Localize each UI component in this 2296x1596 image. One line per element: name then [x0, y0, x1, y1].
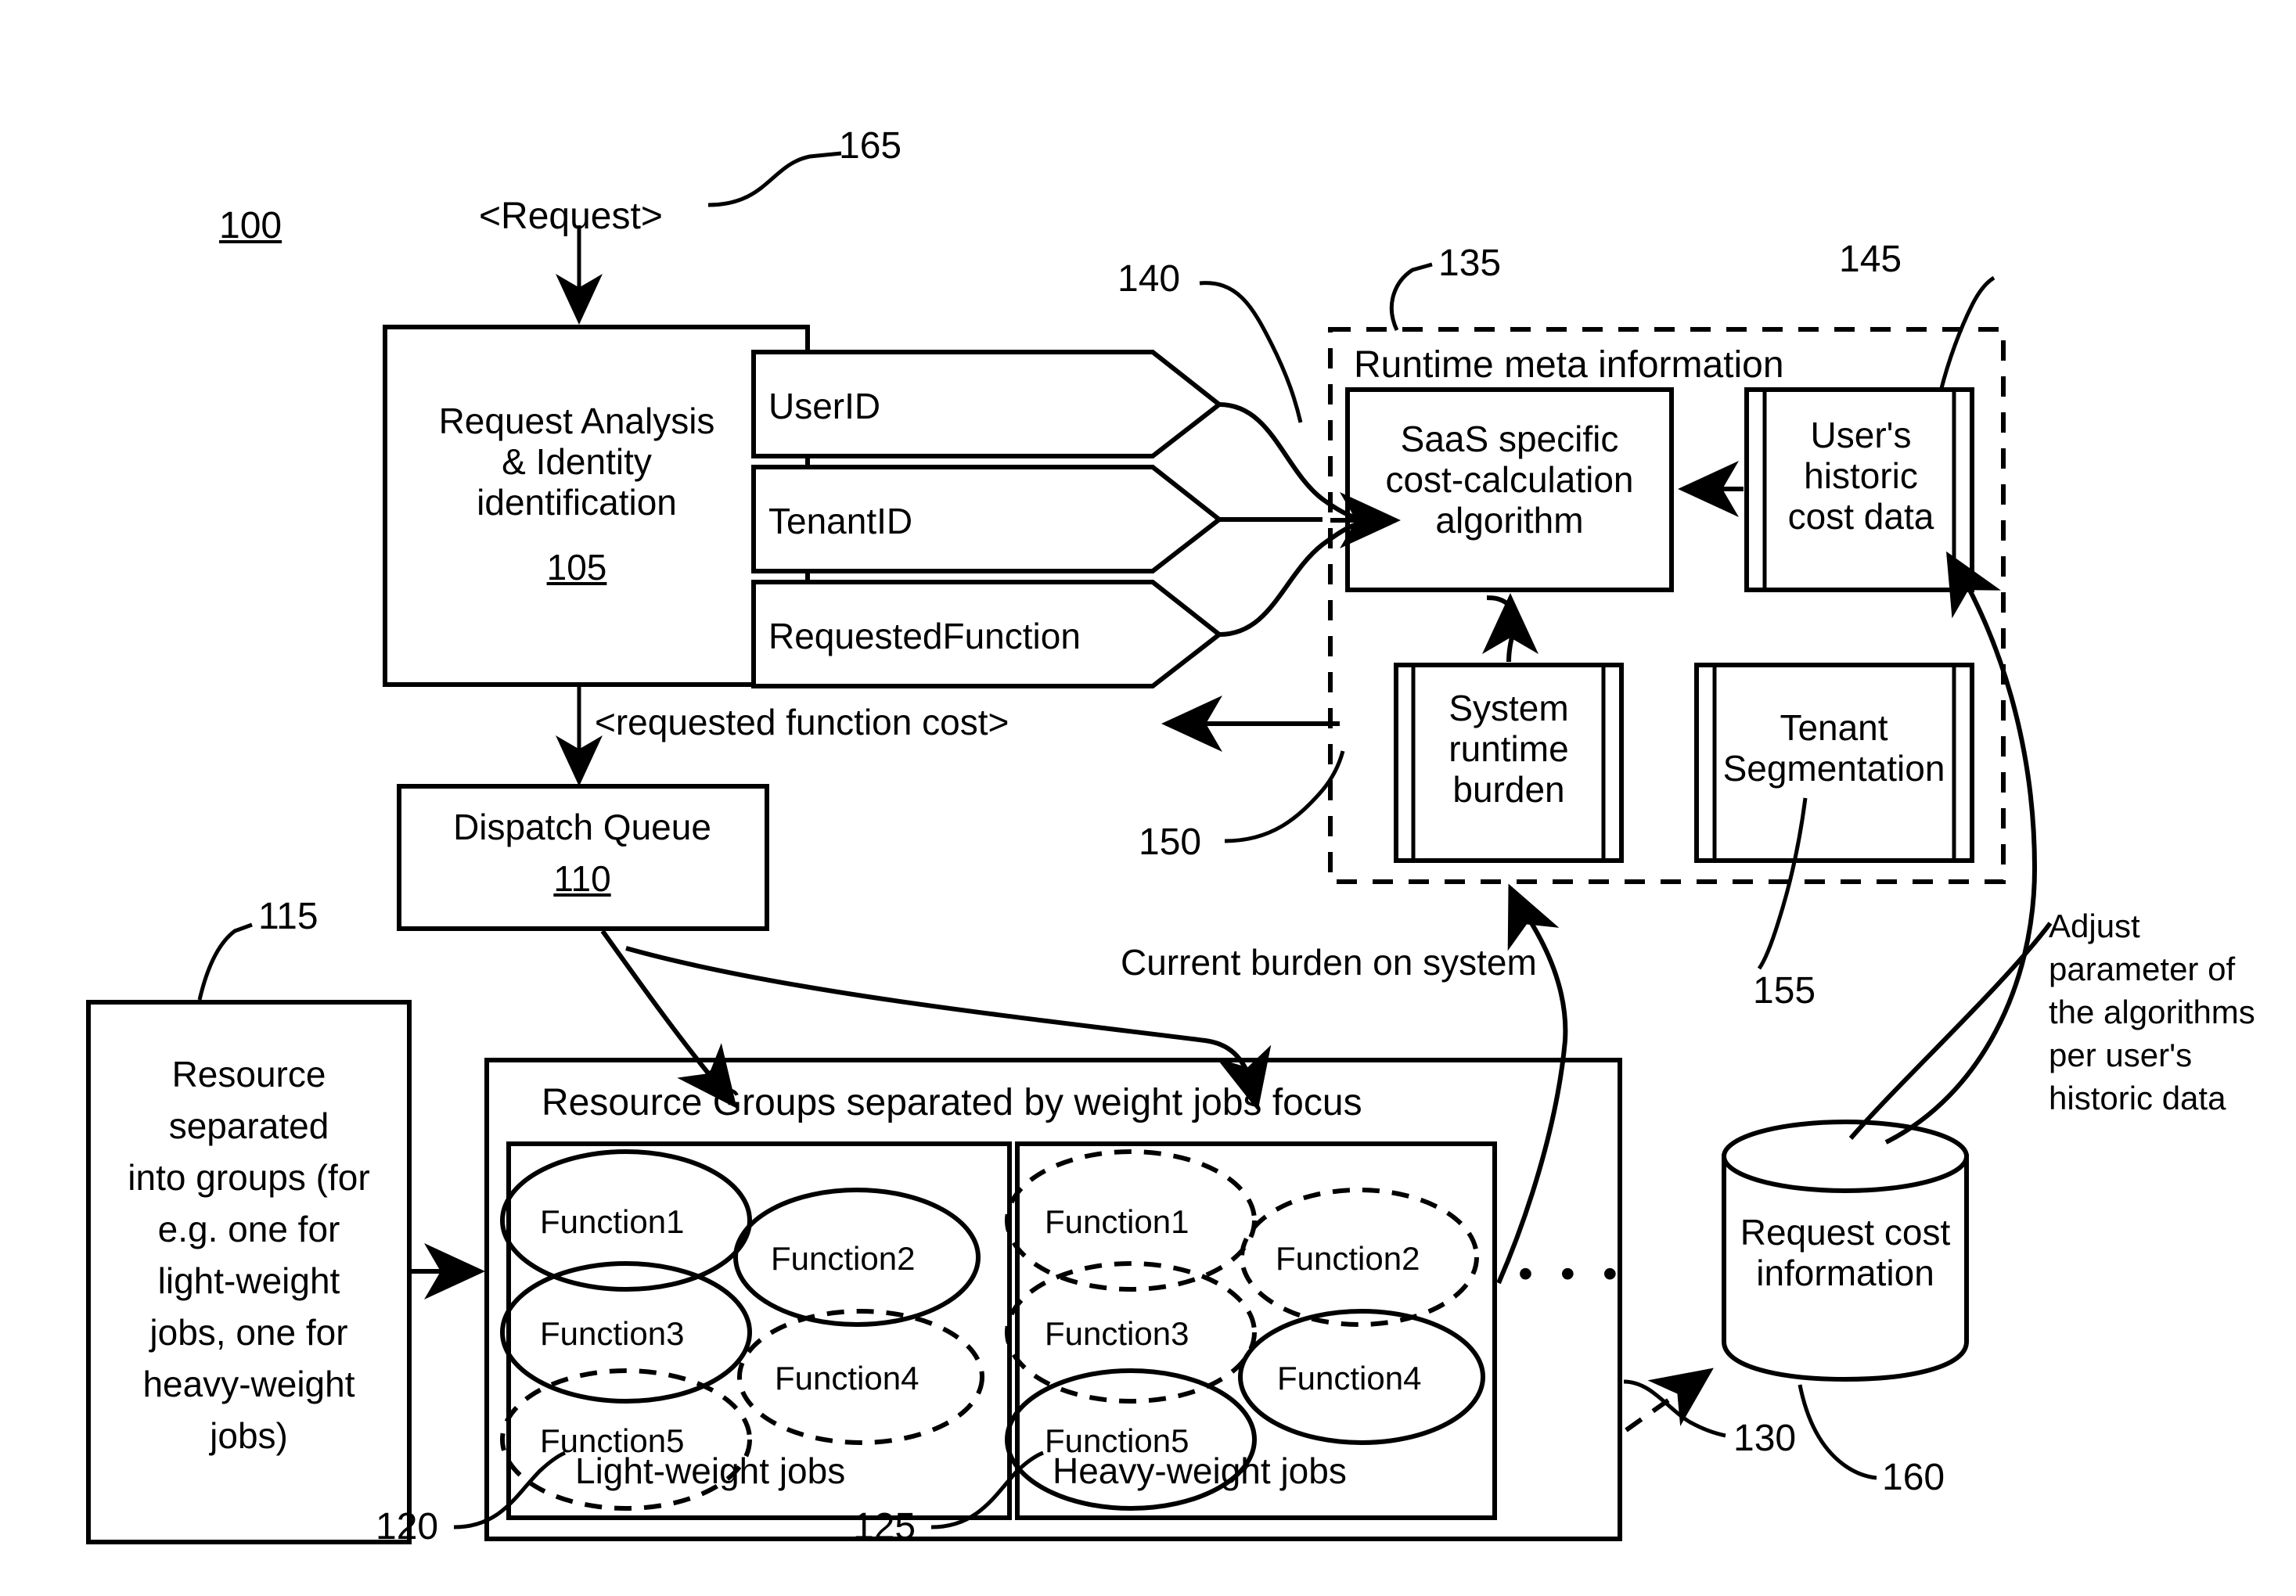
flow-queue-to-light-group — [600, 929, 722, 1089]
leader-adjust-text — [1848, 922, 2053, 1140]
leader-130 — [1623, 1379, 1726, 1438]
adjust-param-line-4: per user's — [2049, 1037, 2193, 1073]
function-label-light-2: Function2 — [771, 1240, 916, 1277]
groups-ellipsis: • • • — [1518, 1250, 1625, 1297]
flag-label-tenantid: TenantID — [768, 501, 913, 541]
runtime-meta-title: Runtime meta information — [1354, 344, 1784, 386]
request-analysis-line2: & Identity — [502, 441, 652, 482]
saas-line1: SaaS specific — [1400, 419, 1619, 459]
heavy-weight-jobs-caption: Heavy-weight jobs — [1053, 1450, 1347, 1491]
ref-130: 130 — [1733, 1418, 1797, 1459]
ref-160: 160 — [1882, 1457, 1945, 1498]
ref-155: 155 — [1753, 970, 1816, 1012]
leader-155 — [1757, 797, 1808, 970]
flag-label-userid: UserID — [768, 386, 881, 426]
ref-105: 105 — [546, 547, 607, 588]
resource-note-line-2: separated — [168, 1105, 329, 1146]
tenant-line1: Tenant — [1780, 707, 1888, 748]
leader-145 — [1938, 275, 1996, 392]
function-label-heavy-4: Function4 — [1277, 1360, 1422, 1396]
ref-120: 120 — [376, 1506, 439, 1547]
function-label-heavy-3: Function3 — [1045, 1315, 1189, 1352]
ref-115: 115 — [258, 896, 318, 937]
function-label-light-1: Function1 — [540, 1203, 685, 1240]
flow-userid-to-saas — [1218, 402, 1359, 520]
ref-110: 110 — [553, 858, 611, 899]
ref-145: 145 — [1839, 239, 1902, 280]
adjust-param-line-1: Adjust — [2049, 908, 2140, 944]
dispatch-queue-title: Dispatch Queue — [453, 807, 711, 847]
resource-note-line-3: into groups (for — [128, 1157, 370, 1198]
leader-115 — [197, 922, 253, 1001]
function-label-light-4: Function4 — [775, 1360, 919, 1396]
ref-135: 135 — [1438, 243, 1502, 284]
leader-125 — [930, 1450, 1044, 1530]
requested-function-cost-label: <requested function cost> — [595, 702, 1009, 742]
request-cost-line2: information — [1756, 1253, 1934, 1293]
patent-figure-canvas: 100 <Request> 165 Request Analysis & Ide… — [0, 0, 2296, 1596]
request-analysis-line3: identification — [477, 482, 677, 523]
flag-label-requestedfunction: RequestedFunction — [768, 616, 1081, 656]
historic-line3: cost data — [1787, 496, 1934, 537]
request-cost-cylinder-top — [1722, 1120, 1969, 1193]
flow-requestedfunction-to-saas — [1218, 522, 1359, 637]
diagram-vector-layer — [86, 151, 2053, 1544]
burden-line1: System — [1448, 688, 1569, 728]
resource-note-line-6: jobs, one for — [149, 1312, 348, 1353]
flow-burden-to-saas — [1486, 595, 1518, 663]
adjust-param-line-2: parameter of — [2049, 951, 2236, 987]
arrow-current-burden-to-meta — [1507, 883, 1560, 951]
historic-line2: historic — [1804, 455, 1918, 496]
flow-adjust-parameter — [1884, 557, 2038, 1145]
request-cost-line1: Request cost — [1740, 1212, 1951, 1253]
current-burden-annotation: Current burden on system — [1121, 942, 1537, 983]
resource-note-line-5: light-weight — [157, 1260, 340, 1301]
figure-number: 100 — [219, 205, 283, 246]
leader-160 — [1798, 1384, 1877, 1480]
request-label: <Request> — [479, 196, 663, 237]
arrow-groups-to-request-cost — [1625, 1368, 1714, 1432]
saas-line3: algorithm — [1435, 500, 1584, 541]
ref-125: 125 — [853, 1506, 916, 1547]
adjust-param-line-5: historic data — [2049, 1080, 2226, 1116]
burden-line2: runtime — [1448, 728, 1569, 769]
ref-165: 165 — [839, 125, 902, 167]
leader-135 — [1389, 262, 1433, 332]
resource-note-line-4: e.g. one for — [157, 1209, 340, 1249]
request-analysis-line1: Request Analysis — [438, 401, 715, 441]
resource-note-line-7: heavy-weight — [142, 1364, 355, 1404]
leader-150 — [1224, 750, 1345, 843]
leader-140 — [1199, 281, 1303, 423]
function-label-light-3: Function3 — [540, 1315, 685, 1352]
function-label-heavy-1: Function1 — [1045, 1203, 1189, 1240]
tenant-line2: Segmentation — [1722, 748, 1945, 789]
resource-note-line-8: jobs) — [210, 1415, 288, 1456]
resource-groups-title: Resource Groups separated by weight jobs… — [542, 1082, 1362, 1123]
burden-line3: burden — [1452, 769, 1565, 810]
leader-165 — [707, 151, 842, 207]
saas-line2: cost-calculation — [1385, 459, 1634, 500]
ref-140: 140 — [1117, 258, 1181, 300]
ref-150: 150 — [1139, 821, 1202, 863]
adjust-param-line-3: the algorithms — [2049, 994, 2255, 1030]
arrow-adjust-parameter — [1946, 551, 2001, 619]
resource-note-line-1: Resource — [171, 1054, 326, 1095]
light-weight-jobs-caption: Light-weight jobs — [575, 1450, 846, 1491]
function-label-heavy-2: Function2 — [1276, 1240, 1420, 1277]
leader-120 — [453, 1450, 567, 1530]
historic-line1: User's — [1810, 415, 1912, 455]
